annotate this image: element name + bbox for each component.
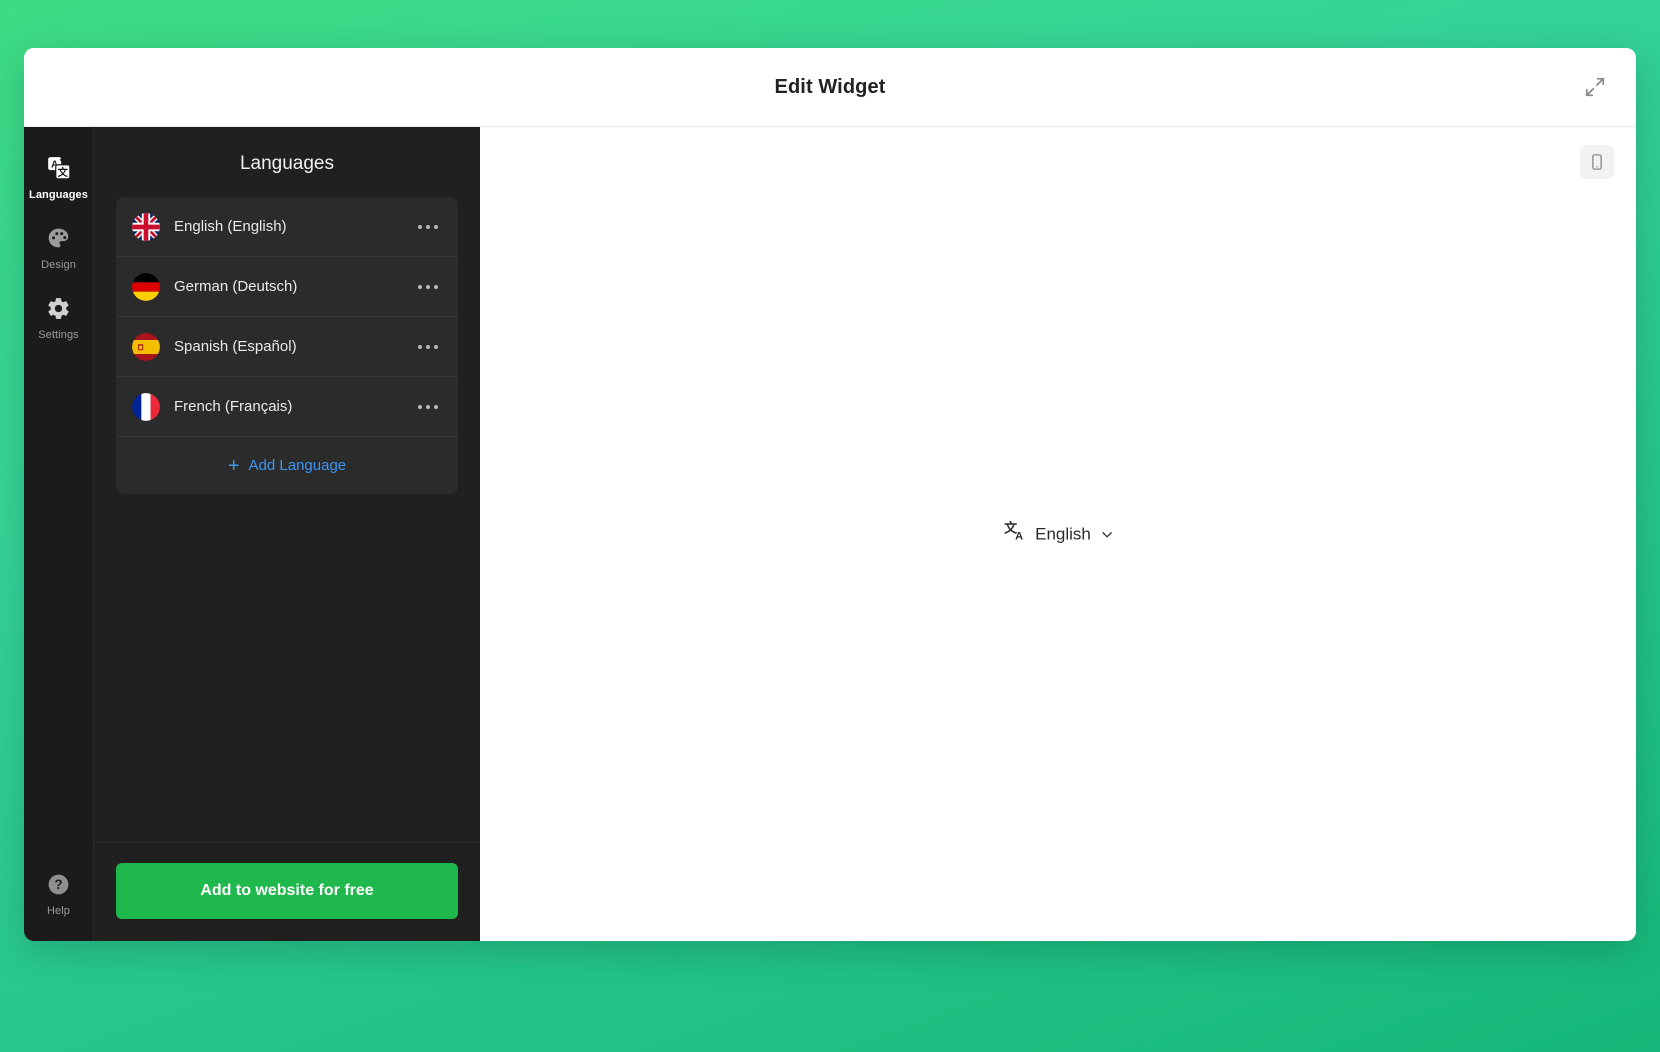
edit-widget-modal: Edit Widget A 文 xyxy=(24,48,1636,941)
sidebar-item-label: Settings xyxy=(38,329,79,341)
palette-icon xyxy=(46,223,71,253)
more-options-icon[interactable] xyxy=(416,399,440,415)
list-item[interactable]: German (Deutsch) xyxy=(116,257,458,317)
flag-fr-icon xyxy=(132,393,160,421)
modal-body: A 文 Languages xyxy=(24,127,1636,941)
sidebar-item-design[interactable]: Design xyxy=(24,211,94,281)
left-nav-rail: A 文 Languages xyxy=(24,127,94,941)
mobile-phone-icon[interactable] xyxy=(1580,145,1614,179)
panel-scroll-area: Languages xyxy=(94,127,480,843)
add-language-label: Add Language xyxy=(249,457,347,474)
question-circle-icon: ? xyxy=(46,869,71,899)
languages-panel: Languages xyxy=(94,127,480,941)
more-options-icon[interactable] xyxy=(416,279,440,295)
sidebar-item-languages[interactable]: A 文 Languages xyxy=(24,141,94,211)
sidebar-item-settings[interactable]: Settings xyxy=(24,281,94,351)
sidebar-item-help[interactable]: ? Help xyxy=(24,857,94,941)
plus-icon: + xyxy=(228,456,240,476)
translate-icon: A 文 xyxy=(46,153,72,183)
gear-icon xyxy=(46,293,71,323)
panel-title: Languages xyxy=(94,127,480,197)
modal-header: Edit Widget xyxy=(24,48,1636,127)
flag-de-icon xyxy=(132,273,160,301)
flag-es-icon xyxy=(132,333,160,361)
widget-language-label: English xyxy=(1035,524,1091,544)
sidebar-item-label: Help xyxy=(47,905,70,917)
list-item[interactable]: English (English) xyxy=(116,197,458,257)
more-options-icon[interactable] xyxy=(416,339,440,355)
widget-preview-canvas: 文 A English xyxy=(480,127,1636,941)
language-list: English (English) xyxy=(116,197,458,494)
language-selector-widget[interactable]: 文 A English xyxy=(1002,520,1114,549)
chevron-down-icon xyxy=(1100,527,1114,541)
translate-icon: 文 A xyxy=(1002,520,1026,549)
list-item[interactable]: Spanish (Español) xyxy=(116,317,458,377)
svg-text:文: 文 xyxy=(56,166,68,179)
language-name: English (English) xyxy=(174,218,416,235)
svg-text:?: ? xyxy=(54,877,62,892)
language-name: German (Deutsch) xyxy=(174,278,416,295)
language-name: French (Français) xyxy=(174,398,416,415)
page-title: Edit Widget xyxy=(775,76,886,99)
panel-footer: Add to website for free xyxy=(94,843,480,941)
sidebar-item-label: Design xyxy=(41,259,76,271)
svg-text:A: A xyxy=(1015,531,1023,543)
language-name: Spanish (Español) xyxy=(174,338,416,355)
list-item[interactable]: French (Français) xyxy=(116,377,458,437)
add-language-button[interactable]: + Add Language xyxy=(116,437,458,494)
expand-arrows-icon[interactable] xyxy=(1576,68,1614,106)
more-options-icon[interactable] xyxy=(416,219,440,235)
flag-gb-icon xyxy=(132,213,160,241)
sidebar-item-label: Languages xyxy=(29,189,88,201)
add-to-website-button[interactable]: Add to website for free xyxy=(116,863,458,919)
